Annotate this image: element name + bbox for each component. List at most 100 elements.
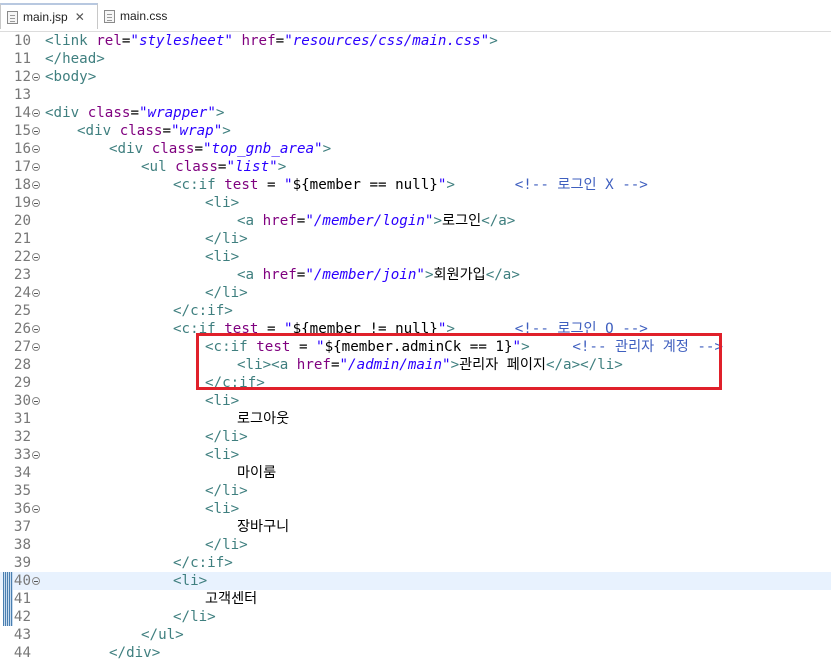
code-line[interactable]: 39 </c:if> xyxy=(0,554,831,572)
line-number: 27 xyxy=(13,339,31,355)
fold-toggle-icon[interactable] xyxy=(32,181,40,189)
code-token: <div xyxy=(45,105,88,121)
code-text: <a href="/member/join">회원가입</a> xyxy=(237,266,520,284)
code-line[interactable]: 10 <link rel="stylesheet" href="resources… xyxy=(0,32,831,50)
code-token: <body> xyxy=(45,69,97,85)
fold-toggle-icon[interactable] xyxy=(32,343,40,351)
code-line[interactable]: 20 <a href="/member/login">로그인</a> xyxy=(0,212,831,230)
line-number: 12 xyxy=(13,69,31,85)
code-line[interactable]: 16 <div class="top_gnb_area"> xyxy=(0,140,831,158)
code-line[interactable]: 23 <a href="/member/join">회원가입</a> xyxy=(0,266,831,284)
code-token: <ul xyxy=(141,159,176,175)
fold-toggle-icon[interactable] xyxy=(32,109,40,117)
code-line[interactable]: 12 <body> xyxy=(0,68,831,86)
code-line[interactable]: 31 로그아웃 xyxy=(0,410,831,428)
code-text: <li> xyxy=(173,572,207,590)
line-number: 34 xyxy=(13,465,31,481)
code-line[interactable]: 22 <li> xyxy=(0,248,831,266)
code-line[interactable]: 32 </li> xyxy=(0,428,831,446)
fold-toggle-icon[interactable] xyxy=(32,253,40,261)
code-token: "stylesheet" xyxy=(130,33,233,49)
code-token: <li> xyxy=(205,393,240,409)
code-line[interactable]: 14 <div class="wrapper"> xyxy=(0,104,831,122)
code-text: <li> xyxy=(205,446,239,464)
code-text: </ul> xyxy=(141,626,184,644)
fold-toggle-icon[interactable] xyxy=(32,73,40,81)
code-line[interactable]: 21 </li> xyxy=(0,230,831,248)
code-line[interactable]: 44 </div> xyxy=(0,644,831,662)
code-token: </li> xyxy=(205,231,248,247)
code-line[interactable]: 11 </head> xyxy=(0,50,831,68)
fold-toggle-icon[interactable] xyxy=(32,325,40,333)
code-text: </li> xyxy=(205,284,248,302)
code-line[interactable]: 18 <c:if test = "${member == null}"> <!--… xyxy=(0,176,831,194)
code-line[interactable]: 30 <li> xyxy=(0,392,831,410)
code-text: </head> xyxy=(45,50,105,68)
fold-toggle-icon[interactable] xyxy=(32,163,40,171)
code-token: </a> xyxy=(485,267,520,283)
code-token: 마이룸 xyxy=(237,465,277,481)
code-line[interactable]: 25 </c:if> xyxy=(0,302,831,320)
code-token: <li> xyxy=(173,573,208,589)
tab-label: main.jsp xyxy=(23,10,68,24)
code-token: </a> xyxy=(481,213,516,229)
line-number: 28 xyxy=(13,357,31,373)
code-text: <li> xyxy=(205,194,239,212)
code-line[interactable]: 35 </li> xyxy=(0,482,831,500)
code-line[interactable]: 43 </ul> xyxy=(0,626,831,644)
tab-label: main.css xyxy=(120,9,168,23)
code-token: "list" xyxy=(226,159,278,175)
line-number: 24 xyxy=(13,285,31,301)
code-line[interactable]: 40 <li> xyxy=(0,572,831,590)
code-line[interactable]: 24 </li> xyxy=(0,284,831,302)
code-token: = xyxy=(130,105,139,121)
code-token: 로그아웃 xyxy=(237,411,290,427)
code-line[interactable]: 42 </li> xyxy=(0,608,831,626)
code-line[interactable]: 17 <ul class="list"> xyxy=(0,158,831,176)
code-text: 로그아웃 xyxy=(237,410,289,428)
code-line[interactable]: 38 </li> xyxy=(0,536,831,554)
line-number: 14 xyxy=(13,105,31,121)
code-token: rel xyxy=(96,33,122,49)
code-token: = xyxy=(258,177,285,193)
line-number: 18 xyxy=(13,177,31,193)
code-line[interactable]: 13 xyxy=(0,86,831,104)
code-line[interactable]: 15 <div class="wrap"> xyxy=(0,122,831,140)
code-token: <!-- 로그인 X --> xyxy=(514,177,648,193)
code-line[interactable]: 37 장바구니 xyxy=(0,518,831,536)
fold-toggle-icon[interactable] xyxy=(32,397,40,405)
line-number: 35 xyxy=(13,483,31,499)
close-icon[interactable]: ✕ xyxy=(75,10,85,24)
jsp-file-icon xyxy=(7,10,18,24)
code-token: = xyxy=(275,33,285,49)
tab-main-css[interactable]: main.css xyxy=(98,3,180,29)
code-token: <a xyxy=(237,267,263,283)
fold-toggle-icon[interactable] xyxy=(32,199,40,207)
code-token: test xyxy=(224,177,259,193)
fold-toggle-icon[interactable] xyxy=(32,451,40,459)
fold-toggle-icon[interactable] xyxy=(32,127,40,135)
code-line[interactable]: 19 <li> xyxy=(0,194,831,212)
code-token: <div xyxy=(109,141,152,157)
code-token: 장바구니 xyxy=(237,519,290,535)
code-line[interactable]: 34 마이룸 xyxy=(0,464,831,482)
code-token: "resources/css/main.css" xyxy=(284,33,490,49)
code-line[interactable]: 33 <li> xyxy=(0,446,831,464)
fold-toggle-icon[interactable] xyxy=(32,577,40,585)
highlight-box xyxy=(196,333,722,390)
code-token: 로그인 xyxy=(442,213,482,229)
code-token: </ul> xyxy=(141,627,184,643)
fold-toggle-icon[interactable] xyxy=(32,289,40,297)
code-text: </li> xyxy=(173,608,216,626)
tab-main-jsp[interactable]: main.jsp ✕ xyxy=(0,3,98,29)
line-number: 37 xyxy=(13,519,31,535)
line-number: 30 xyxy=(13,393,31,409)
fold-toggle-icon[interactable] xyxy=(32,505,40,513)
line-number: 22 xyxy=(13,249,31,265)
code-line[interactable]: 36 <li> xyxy=(0,500,831,518)
code-line[interactable]: 41 고객센터 xyxy=(0,590,831,608)
code-token: <li> xyxy=(205,501,240,517)
line-number: 21 xyxy=(13,231,31,247)
code-token: </div> xyxy=(109,645,161,661)
fold-toggle-icon[interactable] xyxy=(32,145,40,153)
